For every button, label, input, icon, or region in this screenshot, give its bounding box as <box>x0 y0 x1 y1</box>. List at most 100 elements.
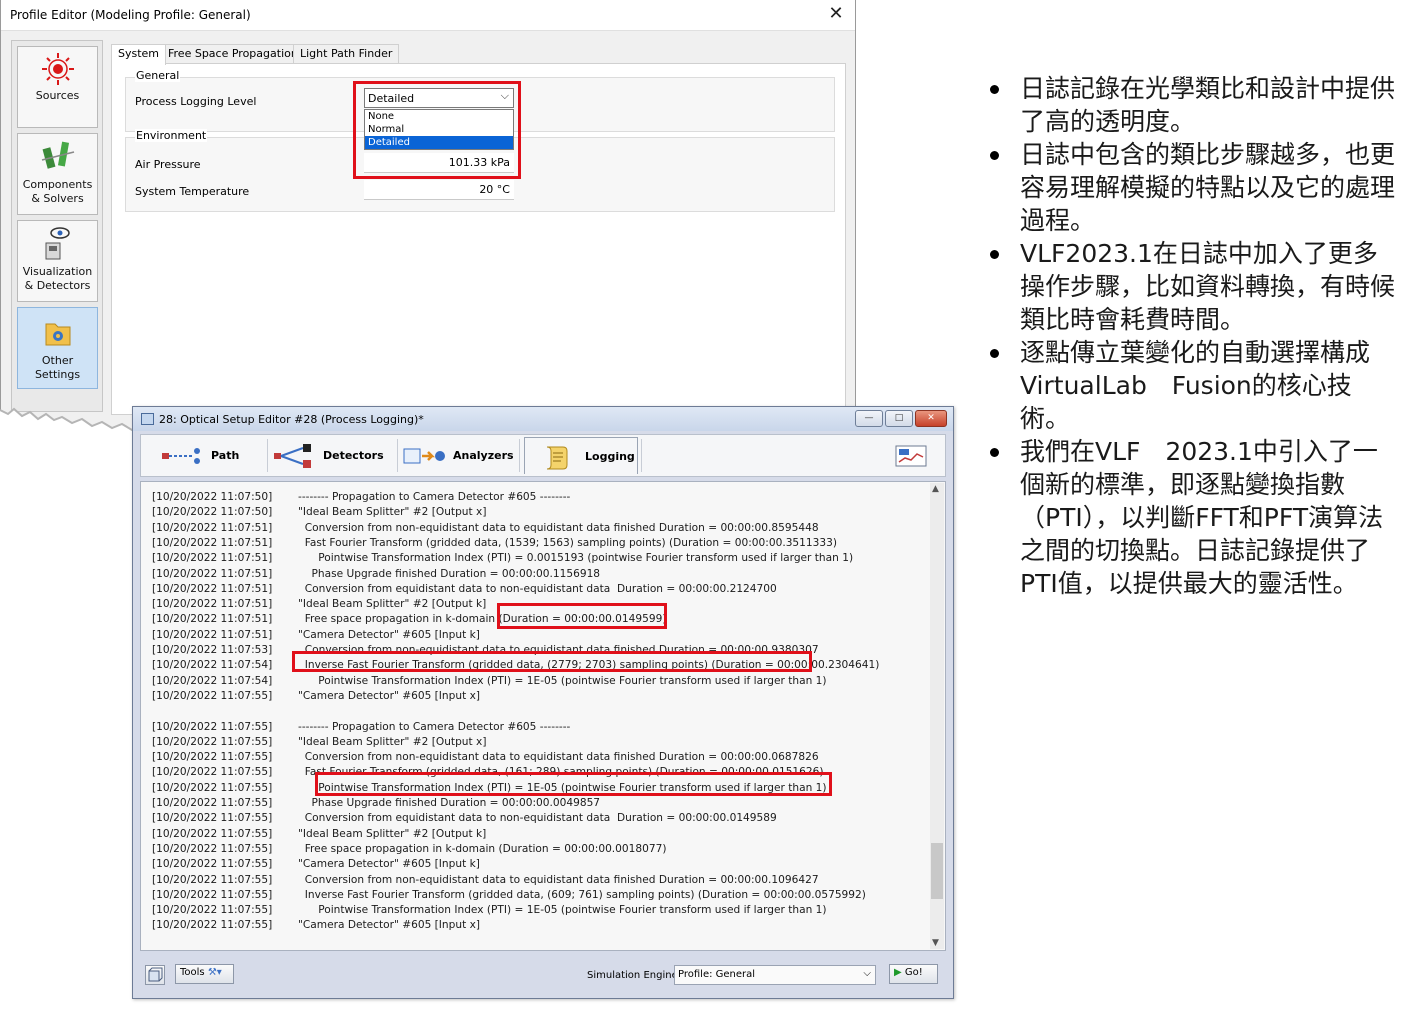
close-button[interactable]: ✕ <box>825 3 847 25</box>
log-message: "Ideal Beam Splitter" #2 [Output k] <box>298 827 487 840</box>
toolbar-separator <box>397 439 398 472</box>
log-timestamp: [10/20/2022 11:07:55] <box>152 873 273 886</box>
note-text: 我們在VLF 2023.1中引入了一個新的標準，即逐點變換指數（PTI），以判斷… <box>1020 437 1384 598</box>
log-message: Free space propagation in k-domain (Dura… <box>298 613 667 626</box>
tools-menu-button[interactable]: Tools ⚒▾ <box>175 964 234 984</box>
tools-icon: ⚒▾ <box>207 967 222 978</box>
log-line: [10/20/2022 11:07:55] Fast Fourier Trans… <box>152 766 824 781</box>
sidebar-item-label: Other Settings <box>34 354 81 381</box>
toolbar-path-button[interactable]: Path <box>161 437 256 474</box>
log-line: [10/20/2022 11:07:55] "Camera Detector" #… <box>152 919 480 934</box>
process-logging-label: Process Logging Level <box>135 95 257 108</box>
log-timestamp: [10/20/2022 11:07:55] <box>152 797 273 809</box>
3d-view-button[interactable] <box>145 965 165 985</box>
toolbar-analyzers-button[interactable]: Analyzers <box>403 437 515 474</box>
go-label: Go! <box>904 967 923 978</box>
log-timestamp: [10/20/2022 11:07:51] <box>152 521 273 534</box>
process-log-view[interactable]: ▲ ▼ [10/20/2022 11:07:50] -------- Propag… <box>140 481 946 951</box>
sidebar-item-components[interactable]: Components & Solvers <box>17 133 98 215</box>
log-message: Pointwise Transformation Index (PTI) = 1… <box>298 781 827 794</box>
status-bar: Tools ⚒▾ Simulation Engine Profile: Gene… <box>140 959 946 989</box>
air-pressure-field[interactable]: 101.33 kPa <box>364 153 514 173</box>
log-timestamp: [10/20/2022 11:07:55] <box>152 827 273 840</box>
log-timestamp: [10/20/2022 11:07:50] <box>152 506 273 519</box>
log-line: [10/20/2022 11:07:51] Conversion from eq… <box>152 583 777 598</box>
logging-scroll-icon <box>546 446 568 470</box>
option-detailed[interactable]: Detailed <box>365 136 513 149</box>
detectors-icon <box>274 444 311 468</box>
tools-label: Tools <box>180 967 205 978</box>
toolbar-label: Detectors <box>323 449 384 462</box>
log-message: "Camera Detector" #605 [Input x] <box>298 689 481 702</box>
log-timestamp: [10/20/2022 11:07:53] <box>152 644 273 656</box>
log-timestamp: [10/20/2022 11:07:50] <box>152 491 273 503</box>
simulation-engine-select[interactable]: Profile: General ⌵ <box>674 965 876 985</box>
log-timestamp: [10/20/2022 11:07:51] <box>152 613 273 626</box>
log-line: [10/20/2022 11:07:55] Conversion from no… <box>152 874 819 889</box>
scroll-thumb[interactable] <box>931 843 943 899</box>
toolbar-logging-button[interactable]: Logging <box>524 437 638 474</box>
log-scrollbar[interactable]: ▲ ▼ <box>930 483 944 949</box>
log-timestamp: [10/20/2022 11:07:54] <box>152 674 273 687</box>
chevron-down-icon: ⌵ <box>863 968 871 979</box>
log-line: [10/20/2022 11:07:51] Fast Fourier Trans… <box>152 537 837 552</box>
sidebar-item-other-settings[interactable]: Other Settings <box>17 307 98 389</box>
toolbar-separator <box>519 439 520 472</box>
log-message: Pointwise Transformation Index (PTI) = 0… <box>298 552 854 565</box>
log-message: Conversion from non-equidistant data to … <box>298 644 819 656</box>
maximize-button[interactable]: □ <box>885 410 913 427</box>
log-timestamp: [10/20/2022 11:07:51] <box>152 628 273 641</box>
note-text: VLF2023.1在日誌中加入了更多操作步驟，比如資料轉換，有時候類比時會耗費時… <box>1020 239 1396 334</box>
chart-view-icon[interactable] <box>895 445 927 467</box>
group-title: General <box>135 69 181 82</box>
title-bar: Profile Editor (Modeling Profile: Genera… <box>1 0 855 31</box>
log-line: [10/20/2022 11:07:55] Free space propaga… <box>152 843 667 858</box>
eye-detector-icon <box>45 227 70 260</box>
editor-toolbar: Path Detectors Analyzers Logging <box>140 434 946 477</box>
log-timestamp: [10/20/2022 11:07:54] <box>152 659 273 672</box>
bullet-icon <box>990 85 999 94</box>
log-timestamp: [10/20/2022 11:07:51] <box>152 552 273 565</box>
log-line: [10/20/2022 11:07:55] "Ideal Beam Splitte… <box>152 828 486 843</box>
sidebar-item-label: Components & Solvers <box>22 178 93 205</box>
tab-system[interactable]: System <box>111 44 167 65</box>
log-message: Conversion from non-equidistant data to … <box>298 751 819 764</box>
option-normal[interactable]: Normal <box>365 123 513 136</box>
log-line: [10/20/2022 11:07:55] "Ideal Beam Splitte… <box>152 736 486 751</box>
log-line: [10/20/2022 11:07:51] Conversion from no… <box>152 522 819 537</box>
category-sidebar: Sources Components & Solvers Visualizati… <box>11 40 103 412</box>
tab-light-path-finder[interactable]: Light Path Finder <box>293 44 400 64</box>
process-logging-select[interactable]: Detailed ⌵ <box>364 88 514 108</box>
log-message: "Ideal Beam Splitter" #2 [Output x] <box>298 506 487 519</box>
profile-editor-window: Profile Editor (Modeling Profile: Genera… <box>0 0 856 435</box>
log-message: Pointwise Transformation Index (PTI) = 1… <box>298 674 827 687</box>
scroll-up-icon[interactable]: ▲ <box>932 484 939 494</box>
log-timestamp: [10/20/2022 11:07:55] <box>152 812 273 825</box>
sidebar-item-sources[interactable]: Sources <box>17 46 98 128</box>
close-button[interactable]: ✕ <box>915 410 947 427</box>
log-line: [10/20/2022 11:07:55] Inverse Fast Fouri… <box>152 889 866 904</box>
log-line: [10/20/2022 11:07:55] Phase Upgrade fini… <box>152 797 600 812</box>
option-none[interactable]: None <box>365 110 513 123</box>
log-message: Phase Upgrade finished Duration = 00:00:… <box>298 567 601 580</box>
log-line: [10/20/2022 11:07:55] Pointwise Transfor… <box>152 782 827 797</box>
go-button[interactable]: ▶ Go! <box>889 964 938 984</box>
log-message: Free space propagation in k-domain (Dura… <box>298 842 667 855</box>
temperature-field[interactable]: 20 °C <box>364 180 514 200</box>
log-timestamp: [10/20/2022 11:07:51] <box>152 582 273 595</box>
toolbar-detectors-button[interactable]: Detectors <box>273 437 393 474</box>
log-timestamp: [10/20/2022 11:07:55] <box>152 842 273 855</box>
sidebar-item-visualization[interactable]: Visualization & Detectors <box>17 220 98 302</box>
tab-content: General Process Logging Level Environmen… <box>111 63 846 415</box>
folder-gear-icon <box>45 323 70 346</box>
optical-setup-editor-window: 28: Optical Setup Editor #28 (Process Lo… <box>132 406 954 999</box>
bullet-icon <box>990 250 999 259</box>
log-line: [10/20/2022 11:07:55] Conversion from eq… <box>152 812 777 827</box>
bullet-icon <box>990 349 999 358</box>
analyzers-icon <box>403 448 445 464</box>
path-icon <box>162 448 200 464</box>
minimize-button[interactable]: — <box>855 410 883 427</box>
tab-free-space-propagation[interactable]: Free Space Propagation <box>161 44 305 64</box>
scroll-down-icon[interactable]: ▼ <box>932 938 939 948</box>
log-message: Conversion from non-equidistant data to … <box>298 521 819 534</box>
